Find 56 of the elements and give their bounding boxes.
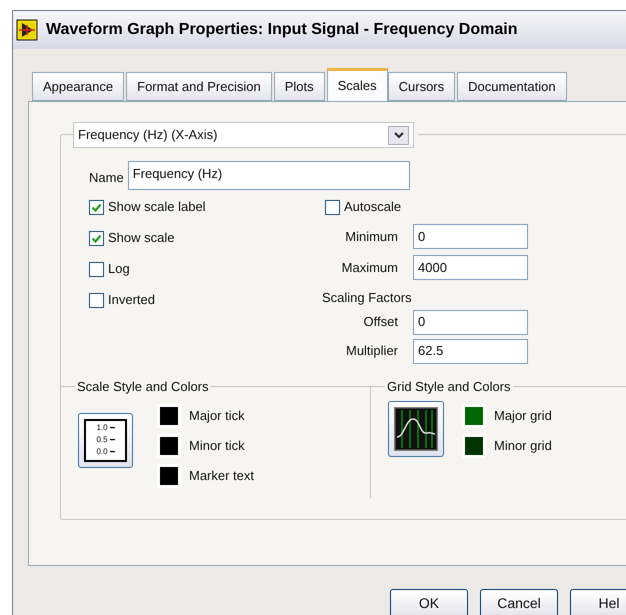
tab[interactable]: Documentation [457, 72, 567, 101]
input-field[interactable]: Frequency (Hz) [128, 161, 410, 190]
dialog-button[interactable]: Hel [570, 589, 626, 615]
input-field[interactable]: 4000 [413, 255, 528, 280]
scale-value: 0.0 [96, 446, 108, 458]
tick-mark-icon [110, 427, 115, 429]
checkbox-label: Log [108, 260, 130, 278]
input-field[interactable]: 62.5 [413, 338, 528, 364]
dropdown-button[interactable] [388, 126, 409, 144]
checkbox-label: Autoscale [344, 198, 402, 216]
checkbox-label: Show scale label [108, 198, 206, 216]
color-swatch[interactable] [157, 434, 181, 458]
field-label: Multiplier [344, 342, 398, 360]
color-swatch[interactable] [462, 404, 486, 428]
color-swatch[interactable] [157, 404, 181, 428]
axis-dropdown[interactable]: Frequency (Hz) (X-Axis) [73, 122, 414, 148]
waveform-icon [394, 406, 438, 450]
window-title: Waveform Graph Properties: Input Signal - Frequency Domain [46, 20, 518, 40]
tab[interactable]: Cursors [388, 72, 456, 101]
grid-style-button[interactable] [388, 400, 444, 456]
swatch-label: Minor tick [189, 436, 245, 455]
tab[interactable]: Format and Precision [126, 72, 272, 101]
dialog-button[interactable]: Cancel [480, 589, 558, 615]
scale-style-button[interactable]: 1.0 0.5 0.0 [78, 412, 133, 468]
swatch-label: Marker text [189, 466, 254, 485]
tab[interactable]: Appearance [32, 72, 124, 101]
field-label: Maximum [340, 258, 398, 277]
app-icon [16, 19, 38, 41]
check-icon [91, 202, 102, 212]
checkbox-label: Inverted [108, 291, 155, 310]
dialog-button[interactable]: OK [390, 589, 468, 615]
color-swatch[interactable] [157, 464, 181, 488]
scale-value: 1.0 [96, 422, 108, 434]
input-field[interactable]: 0 [413, 310, 528, 334]
check-icon [91, 232, 102, 244]
checkbox[interactable] [89, 230, 104, 246]
swatch-label: Major tick [189, 406, 245, 425]
scale-value: 0.5 [96, 434, 108, 446]
tick-mark-icon [110, 451, 115, 453]
input-field[interactable]: 0 [413, 224, 528, 249]
swatch-label: Major grid [494, 406, 552, 425]
section-label: Scaling Factors [322, 289, 413, 307]
tick-mark-icon [110, 439, 115, 441]
tab[interactable]: Scales [326, 68, 388, 101]
checkbox[interactable] [89, 200, 104, 214]
color-swatch[interactable] [462, 434, 486, 458]
field-label: Minimum [344, 228, 398, 246]
swatch-label: Minor grid [494, 436, 552, 455]
name-label: Name [89, 168, 124, 187]
field-label: Offset [362, 313, 398, 332]
checkbox-label: Show scale [108, 229, 174, 248]
tab[interactable]: Plots [274, 72, 325, 101]
checkbox[interactable] [89, 262, 104, 276]
checkbox[interactable] [89, 292, 104, 308]
chevron-down-icon [394, 132, 404, 138]
checkbox[interactable] [325, 200, 340, 214]
